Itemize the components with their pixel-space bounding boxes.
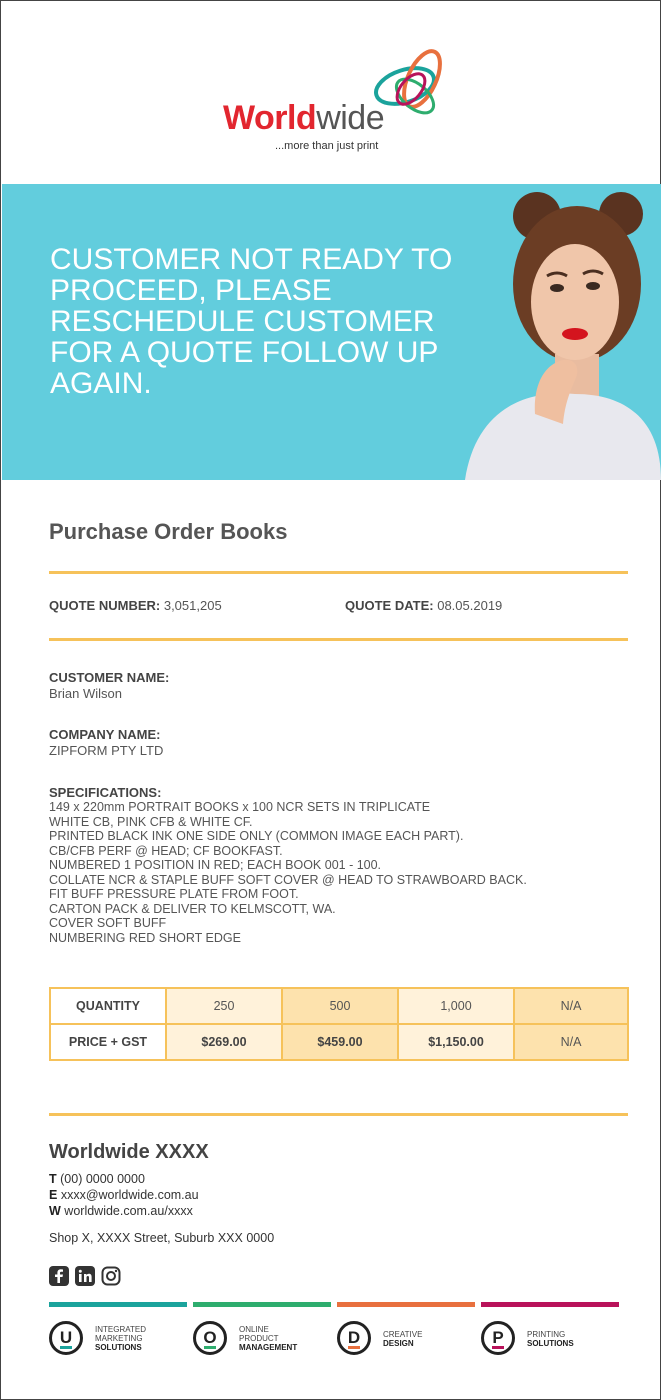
divider <box>49 1113 628 1116</box>
spec-line: CB/CFB PERF @ HEAD; CF BOOKFAST. <box>49 843 283 858</box>
specs-label: SPECIFICATIONS: <box>49 785 162 800</box>
document-title: Purchase Order Books <box>49 519 288 544</box>
footer-company-name: Worldwide XXXX <box>49 1141 209 1163</box>
quote-date: QUOTE DATE: 08.05.2019 <box>345 598 503 613</box>
d-badge-icon: D <box>337 1321 371 1355</box>
table-row: QUANTITY 250 500 1,000 N/A <box>49 987 629 1025</box>
linkedin-icon[interactable] <box>75 1266 95 1286</box>
badge-underline <box>60 1346 72 1349</box>
badge-underline <box>204 1346 216 1349</box>
divider <box>49 638 628 641</box>
service-bar-integrated <box>49 1302 187 1307</box>
spec-line: WHITE CB, PINK CFB & WHITE CF. <box>49 814 253 829</box>
customer-label: CUSTOMER NAME: <box>49 670 170 685</box>
logo-tagline: ...more than just print <box>275 140 379 152</box>
badge-underline <box>492 1346 504 1349</box>
table-cell: $1,150.00 <box>397 1023 515 1061</box>
spec-line: CARTON PACK & DELIVER TO KELMSCOTT, WA. <box>49 901 336 916</box>
spec-line: COLLATE NCR & STAPLE BUFF SOFT COVER @ H… <box>49 872 527 887</box>
web-line: W worldwide.com.au/xxxx <box>49 1204 193 1218</box>
table-row: PRICE + GST $269.00 $459.00 $1,150.00 N/… <box>49 1023 629 1061</box>
banner-message: CUSTOMER NOT READY TO PROCEED, PLEASE RE… <box>50 243 453 400</box>
company-field: COMPANY NAME: ZIPFORM PTY LTD <box>49 727 163 759</box>
document-frame: Worldwide ...more than just print CUSTOM… <box>0 0 661 1400</box>
service-label: ONLINE PRODUCT MANAGEMENT <box>239 1325 298 1352</box>
spec-line: NUMBERING RED SHORT EDGE <box>49 930 241 945</box>
spec-line: NUMBERED 1 POSITION IN RED; EACH BOOK 00… <box>49 858 382 872</box>
service-bar-printing <box>481 1302 619 1307</box>
table-cell: N/A <box>513 987 629 1025</box>
table-cell: $269.00 <box>165 1023 283 1061</box>
phone-line: T (00) 0000 0000 <box>49 1172 145 1186</box>
social-links <box>49 1266 121 1286</box>
customer-value: Brian Wilson <box>49 686 122 701</box>
table-cell: 250 <box>165 987 283 1025</box>
email-line: E xxxx@worldwide.com.au <box>49 1188 199 1202</box>
website-link[interactable]: worldwide.com.au/xxxx <box>64 1204 193 1218</box>
o-badge-icon: O <box>193 1321 227 1355</box>
company-value: ZIPFORM PTY LTD <box>49 743 164 758</box>
instagram-icon[interactable] <box>101 1266 121 1286</box>
service-label: INTEGRATED MARKETING SOLUTIONS <box>95 1325 146 1352</box>
p-badge-icon: P <box>481 1321 515 1355</box>
spec-line: COVER SOFT BUFF <box>49 916 167 930</box>
status-banner: CUSTOMER NOT READY TO PROCEED, PLEASE RE… <box>2 184 661 480</box>
woman-thinking-photo <box>465 192 661 480</box>
table-cell: 1,000 <box>397 987 515 1025</box>
specifications: SPECIFICATIONS: 149 x 220mm PORTRAIT BOO… <box>49 785 527 945</box>
company-label: COMPANY NAME: <box>49 727 161 742</box>
service-bar-creative <box>337 1302 475 1307</box>
service-label: CREATIVE DESIGN <box>383 1330 423 1348</box>
facebook-icon[interactable] <box>49 1266 69 1286</box>
spec-line: PRINTED BLACK INK ONE SIDE ONLY (COMMON … <box>49 829 464 843</box>
customer-field: CUSTOMER NAME: Brian Wilson <box>49 670 169 702</box>
spec-line: FIT BUFF PRESSURE PLATE FROM FOOT. <box>49 887 299 901</box>
table-cell: N/A <box>513 1023 629 1061</box>
table-cell: $459.00 <box>281 1023 399 1061</box>
logo-wordmark: Worldwide <box>223 99 385 137</box>
u-badge-icon: U <box>49 1321 83 1355</box>
address: Shop X, XXXX Street, Suburb XXX 0000 <box>49 1231 275 1245</box>
service-label: PRINTING SOLUTIONS <box>527 1330 574 1348</box>
email-link[interactable]: xxxx@worldwide.com.au <box>61 1188 199 1202</box>
price-header: PRICE + GST <box>49 1023 167 1061</box>
spec-line: 149 x 220mm PORTRAIT BOOKS x 100 NCR SET… <box>49 800 431 814</box>
quantity-header: QUANTITY <box>49 987 167 1025</box>
phone-number: (00) 0000 0000 <box>60 1172 145 1186</box>
service-bar-online <box>193 1302 331 1307</box>
pricing-table: QUANTITY 250 500 1,000 N/A PRICE + GST $… <box>49 987 629 1061</box>
table-cell: 500 <box>281 987 399 1025</box>
worldwide-logo: Worldwide ...more than just print <box>221 41 461 161</box>
badge-underline <box>348 1346 360 1349</box>
quote-number: QUOTE NUMBER: 3,051,205 <box>49 598 222 613</box>
divider <box>49 571 628 574</box>
